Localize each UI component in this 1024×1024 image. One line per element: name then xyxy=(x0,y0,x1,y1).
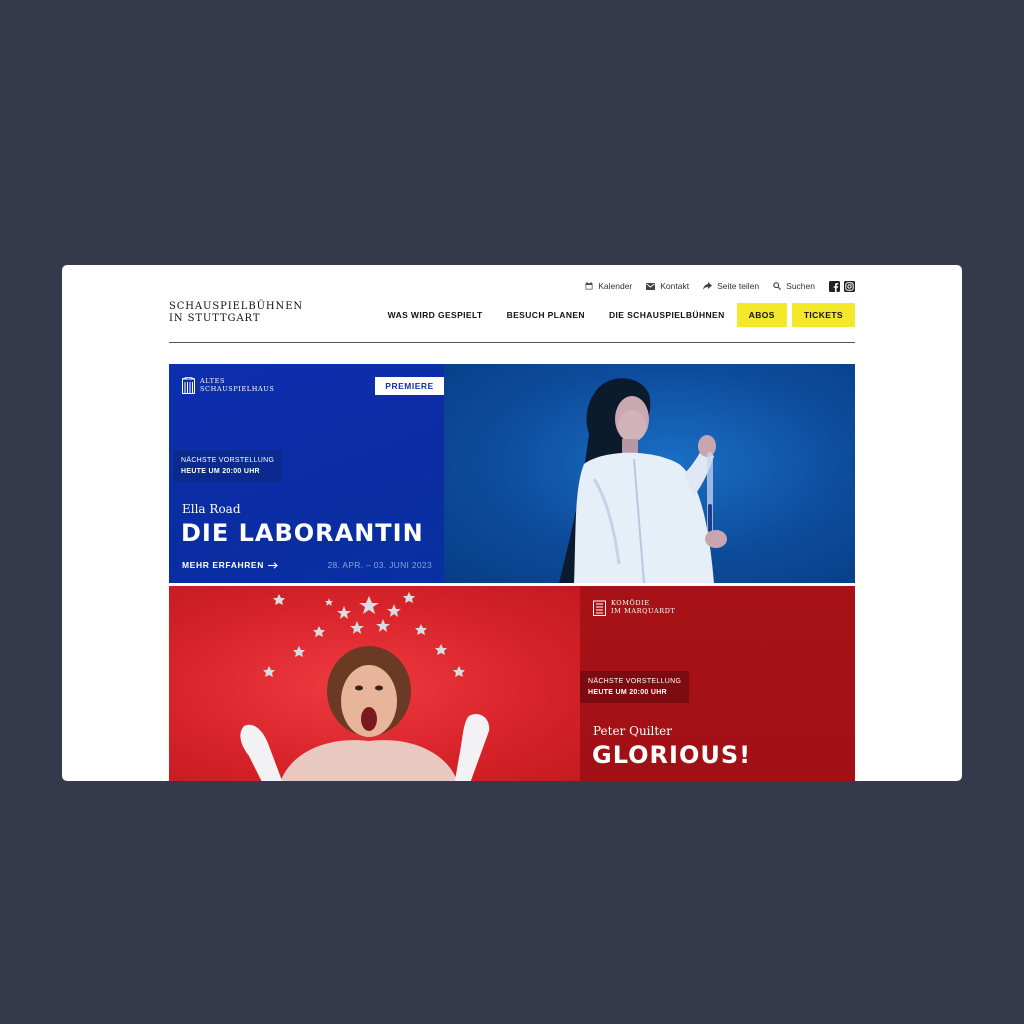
next-performance-time: HEUTE UM 20:00 UHR xyxy=(588,689,667,696)
search-icon xyxy=(773,282,782,290)
arrow-right-icon xyxy=(267,561,278,569)
social-links xyxy=(829,280,855,292)
search-label: Suchen xyxy=(786,281,815,291)
next-performance-label: NÄCHSTE VORSTELLUNG xyxy=(181,457,275,464)
main-nav: WAS WIRD GESPIELT BESUCH PLANEN DIE SCHA… xyxy=(376,303,855,327)
contact-label: Kontakt xyxy=(660,281,690,291)
browser-page: Kalender Kontakt Seite teilen Suchen SCH… xyxy=(62,265,962,781)
nav-die-schauspielbuehnen[interactable]: DIE SCHAUSPIELBÜHNEN xyxy=(597,303,737,327)
venue-line-2: IM MARQUARDT xyxy=(611,607,676,615)
more-info-link[interactable]: MEHR ERFAHREN xyxy=(182,560,278,570)
show-author: Ella Road xyxy=(182,502,241,516)
logo-line-1: SCHAUSPIELBÜHNEN xyxy=(169,301,304,312)
next-performance-box: NÄCHSTE VORSTELLUNG HEUTE UM 20:00 UHR xyxy=(580,671,690,703)
nav-besuch-planen[interactable]: BESUCH PLANEN xyxy=(495,303,597,327)
logo-line-2: IN STUTTGART xyxy=(169,313,261,324)
next-performance-label: NÄCHSTE VORSTELLUNG xyxy=(588,678,682,685)
tickets-button[interactable]: TICKETS xyxy=(791,303,855,327)
show-card-glorious[interactable]: KOMÖDIE IM MARQUARDT NÄCHSTE VORSTELLUNG… xyxy=(169,586,855,781)
venue-altes-schauspielhaus: ALTES SCHAUSPIELHAUS xyxy=(182,377,274,394)
next-performance-box: NÄCHSTE VORSTELLUNG HEUTE UM 20:00 UHR xyxy=(173,450,283,482)
show-panel-laborantin: ALTES SCHAUSPIELHAUS NÄCHSTE VORSTELLUNG… xyxy=(169,364,444,583)
instagram-icon[interactable] xyxy=(844,280,855,292)
calendar-link[interactable]: Kalender xyxy=(585,281,632,291)
abos-button[interactable]: ABOS xyxy=(736,303,787,327)
show-title: GLORIOUS! xyxy=(592,741,752,769)
calendar-icon xyxy=(585,282,593,290)
venue-building-icon xyxy=(182,377,195,394)
venue-line-1: ALTES xyxy=(200,377,226,385)
venue-building-icon xyxy=(593,600,606,616)
show-title: DIE LABORANTIN xyxy=(181,519,424,547)
calendar-label: Kalender xyxy=(598,281,633,291)
site-logo[interactable]: SCHAUSPIELBÜHNEN IN STUTTGART xyxy=(169,301,303,325)
mail-icon xyxy=(646,282,656,290)
show-photo-laborantin xyxy=(444,364,855,583)
venue-line-1: KOMÖDIE xyxy=(611,599,650,607)
next-performance-time: HEUTE UM 20:00 UHR xyxy=(181,468,260,475)
venue-komoedie-im-marquardt: KOMÖDIE IM MARQUARDT xyxy=(593,599,675,616)
show-dates: 28. APR. – 03. JUNI 2023 xyxy=(327,560,432,570)
show-author: Peter Quilter xyxy=(593,724,673,738)
nav-was-wird-gespielt[interactable]: WAS WIRD GESPIELT xyxy=(376,303,495,327)
premiere-badge: PREMIERE xyxy=(375,377,444,395)
search-link[interactable]: Suchen xyxy=(773,281,815,291)
share-label: Seite teilen xyxy=(717,281,760,291)
venue-line-2: SCHAUSPIELHAUS xyxy=(200,385,275,393)
share-icon xyxy=(703,282,713,290)
utility-nav: Kalender Kontakt Seite teilen Suchen xyxy=(585,279,855,293)
show-panel-glorious: KOMÖDIE IM MARQUARDT NÄCHSTE VORSTELLUNG… xyxy=(580,586,855,781)
more-info-label: MEHR ERFAHREN xyxy=(182,560,264,570)
show-photo-glorious xyxy=(169,586,580,781)
header-divider xyxy=(169,342,855,343)
share-link[interactable]: Seite teilen xyxy=(703,281,759,291)
contact-link[interactable]: Kontakt xyxy=(646,281,689,291)
show-card-laborantin[interactable]: ALTES SCHAUSPIELHAUS NÄCHSTE VORSTELLUNG… xyxy=(169,364,855,583)
facebook-icon[interactable] xyxy=(829,280,840,292)
